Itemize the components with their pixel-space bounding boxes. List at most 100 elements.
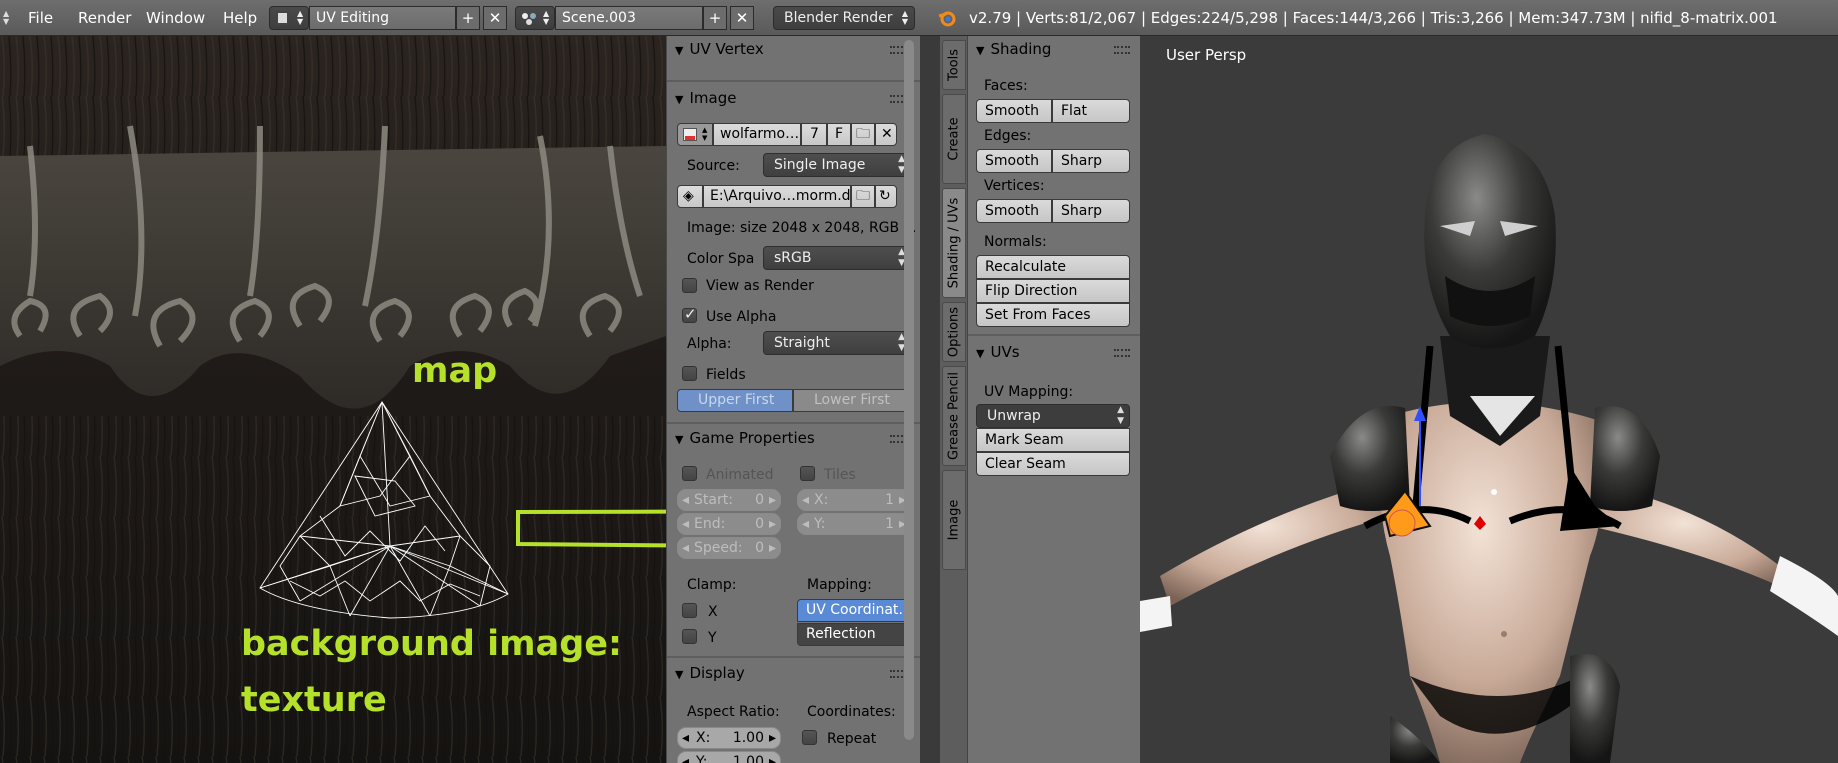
add-layout-button[interactable]: + — [456, 6, 480, 30]
tab-tools[interactable]: Tools — [942, 40, 966, 90]
scene-name-field[interactable]: Scene.003 — [555, 6, 703, 30]
clamp-x-label: X — [708, 604, 718, 620]
editor-type-icon[interactable]: ▲ ▼ — [3, 10, 9, 26]
shading-header-label: Shading — [990, 40, 1052, 58]
game-properties-header[interactable]: ▼ Game Properties — [675, 427, 815, 449]
uv-vertex-header[interactable]: ▼ UV Vertex — [675, 38, 764, 60]
filepath-field[interactable]: E:\Arquivo…morm.dds — [703, 185, 851, 208]
aspect-x-value: 1.00 — [732, 730, 764, 746]
mapping-uv-coordinates[interactable]: UV Coordinat… — [797, 599, 911, 622]
scene-selector[interactable]: ▲ ▼ — [515, 6, 555, 30]
alpha-select[interactable]: Straight ▲ ▼ — [763, 331, 911, 355]
tab-grease-pencil-label: Grease Pencil — [946, 372, 962, 460]
uvs-header[interactable]: ▼ UVs — [976, 341, 1020, 363]
add-scene-button[interactable]: + — [703, 6, 727, 30]
source-select[interactable]: Single Image ▲ ▼ — [763, 153, 911, 177]
uv-image-editor[interactable]: map background image: texture — [0, 36, 666, 763]
fake-user-button[interactable]: F — [827, 123, 851, 146]
unwrap-menu[interactable]: Unwrap ▲ ▼ — [976, 404, 1130, 428]
fields-label: Fields — [706, 367, 746, 383]
tiles-y-value: 1 — [885, 516, 894, 532]
set-from-faces-button[interactable]: Set From Faces — [976, 303, 1130, 327]
shading-header[interactable]: ▼ Shading — [976, 38, 1051, 60]
open-image-button[interactable]: 🗀 — [851, 123, 875, 146]
tab-image[interactable]: Image — [942, 470, 966, 570]
menu-window[interactable]: Window — [142, 0, 209, 36]
view-as-render-checkbox[interactable] — [682, 278, 697, 293]
3d-viewport[interactable]: User Persp — [1140, 36, 1838, 763]
tool-shelf-tabs: Tools Create Shading / UVs Options Greas… — [940, 36, 968, 763]
image-name-field[interactable]: wolfarmo… — [713, 123, 801, 146]
drag-grip-icon[interactable] — [1114, 46, 1130, 54]
folder-icon: 🗀 — [856, 188, 870, 204]
clear-seam-button[interactable]: Clear Seam — [976, 452, 1130, 476]
end-field[interactable]: ◂ End: 0 ▸ — [677, 513, 781, 535]
flip-direction-button[interactable]: Flip Direction — [976, 279, 1130, 303]
uv-vertex-label: UV Vertex — [689, 40, 764, 58]
tiles-y-field[interactable]: ◂ Y: 1 ▸ — [797, 513, 911, 535]
vertices-smooth-button[interactable]: Smooth — [976, 199, 1052, 223]
upper-first-toggle[interactable]: Upper First — [677, 389, 793, 412]
speed-field[interactable]: ◂ Speed: 0 ▸ — [677, 537, 781, 559]
open-file-button[interactable]: 🗀 — [851, 185, 875, 208]
menu-render[interactable]: Render — [74, 0, 135, 36]
edges-sharp-button[interactable]: Sharp — [1052, 149, 1130, 173]
reload-image-button[interactable]: ↻ — [875, 185, 897, 208]
menu-help[interactable]: Help — [219, 0, 261, 36]
repeat-checkbox[interactable] — [802, 730, 817, 745]
reload-icon: ↻ — [879, 188, 891, 204]
tiles-checkbox[interactable] — [800, 466, 815, 481]
layout-name-field[interactable]: UV Editing — [309, 6, 456, 30]
tab-shading-uvs[interactable]: Shading / UVs — [942, 188, 966, 298]
fields-checkbox[interactable] — [682, 366, 697, 381]
tab-create-label: Create — [946, 117, 962, 161]
mark-seam-button[interactable]: Mark Seam — [976, 428, 1130, 452]
menu-file[interactable]: File — [24, 0, 57, 36]
aspect-x-field[interactable]: ◂ X: 1.00 ▸ — [677, 727, 781, 749]
image-users-count[interactable]: 7 — [801, 123, 827, 146]
clamp-x-checkbox[interactable] — [682, 603, 697, 618]
tab-grease-pencil[interactable]: Grease Pencil — [942, 366, 966, 466]
vertices-sharp-button[interactable]: Sharp — [1052, 199, 1130, 223]
file-browse-icon-button[interactable]: ◈ — [677, 185, 703, 208]
faces-label: Faces: — [984, 78, 1028, 94]
aspect-y-field[interactable]: ◂ Y: 1.00 ▸ — [677, 751, 781, 763]
panel-scrollbar[interactable] — [904, 40, 914, 740]
drag-grip-icon[interactable] — [1114, 349, 1130, 357]
color-space-select[interactable]: sRGB ▲ ▼ — [763, 246, 911, 270]
display-label: Display — [689, 664, 745, 682]
alpha-value: Straight — [774, 335, 830, 351]
animated-checkbox[interactable] — [682, 466, 697, 481]
tab-image-label: Image — [946, 499, 962, 541]
top-info-bar: ▲ ▼ File Render Window Help ▲ ▼ UV Editing… — [0, 0, 1838, 36]
mapping-reflection[interactable]: Reflection — [797, 623, 911, 646]
tab-options-label: Options — [946, 306, 962, 358]
shading-uvs-tool-panel: ▼ Shading Faces: Smooth Flat Edges: Smoot… — [968, 36, 1140, 763]
edges-smooth-button[interactable]: Smooth — [976, 149, 1052, 173]
background-annotation-line2: texture — [241, 680, 387, 720]
faces-smooth-button[interactable]: Smooth — [976, 99, 1052, 123]
use-alpha-checkbox[interactable] — [682, 305, 697, 323]
render-engine-select[interactable]: Blender Render ▲ ▼ — [773, 6, 915, 30]
clamp-y-checkbox[interactable] — [682, 629, 697, 644]
coordinates-label: Coordinates: — [807, 704, 896, 720]
lower-first-toggle[interactable]: Lower First — [793, 389, 911, 412]
display-header[interactable]: ▼ Display — [675, 662, 745, 684]
tab-create[interactable]: Create — [942, 94, 966, 184]
faces-flat-button[interactable]: Flat — [1052, 99, 1130, 123]
recalculate-button[interactable]: Recalculate — [976, 255, 1130, 279]
unwrap-label: Unwrap — [987, 408, 1041, 424]
clamp-label: Clamp: — [687, 577, 737, 593]
edges-label: Edges: — [984, 128, 1032, 144]
updown-arrows-icon: ▲ ▼ — [543, 9, 550, 26]
tiles-x-field[interactable]: ◂ X: 1 ▸ — [797, 489, 911, 511]
image-browse-button[interactable]: ▲ ▼ — [677, 123, 713, 146]
delete-layout-button[interactable]: ✕ — [483, 6, 507, 30]
unlink-image-button[interactable]: ✕ — [875, 123, 897, 146]
tab-options[interactable]: Options — [942, 302, 966, 362]
layout-selector[interactable]: ▲ ▼ — [269, 6, 309, 30]
color-space-value: sRGB — [774, 250, 812, 266]
start-field[interactable]: ◂ Start: 0 ▸ — [677, 489, 781, 511]
image-header[interactable]: ▼ Image — [675, 87, 736, 109]
delete-scene-button[interactable]: ✕ — [730, 6, 754, 30]
